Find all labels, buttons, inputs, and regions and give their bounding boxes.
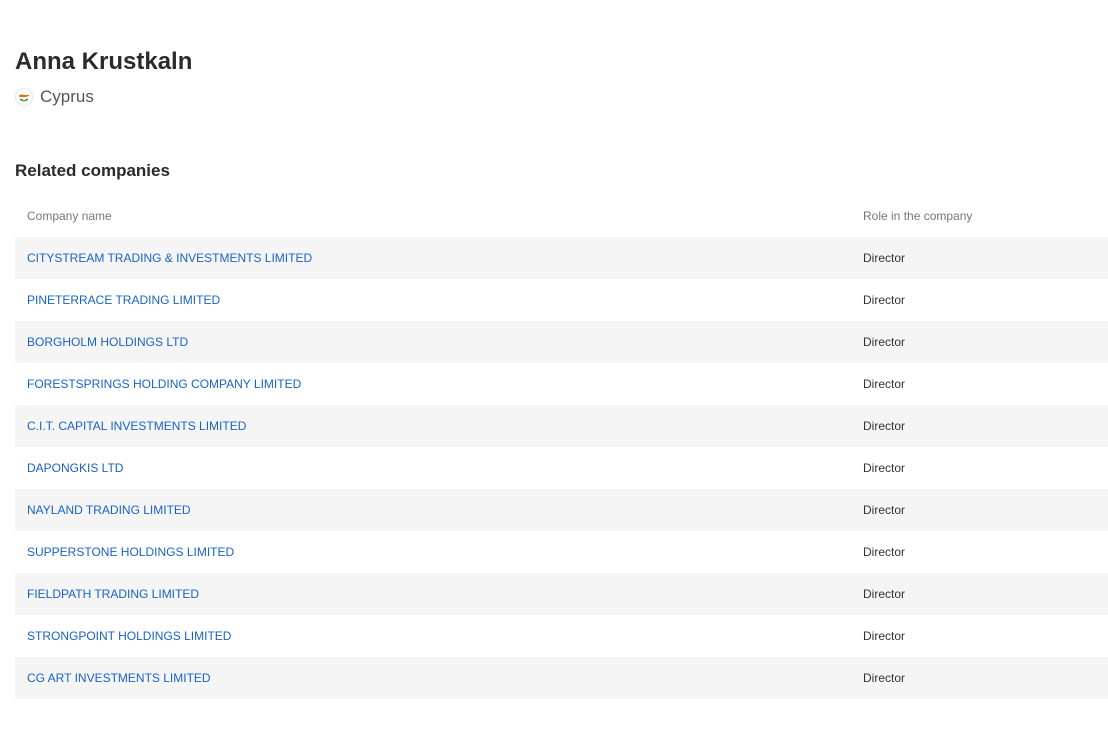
country-name: Cyprus xyxy=(40,87,94,106)
company-role: Director xyxy=(863,545,906,559)
company-name-cell: CITYSTREAM TRADING & INVESTMENTS LIMITED xyxy=(15,249,863,267)
column-header-company-name: Company name xyxy=(27,209,112,223)
company-link[interactable]: BORGHOLM HOLDINGS LTD xyxy=(27,335,188,349)
company-name-cell: DAPONGKIS LTD xyxy=(15,459,863,477)
company-link[interactable]: SUPPERSTONE HOLDINGS LIMITED xyxy=(27,545,234,559)
company-link[interactable]: FORESTSPRINGS HOLDING COMPANY LIMITED xyxy=(27,377,301,391)
company-name-cell: FORESTSPRINGS HOLDING COMPANY LIMITED xyxy=(15,375,863,393)
company-link[interactable]: NAYLAND TRADING LIMITED xyxy=(27,503,191,517)
table-row: CITYSTREAM TRADING & INVESTMENTS LIMITED… xyxy=(15,237,1108,279)
country-row: Cyprus xyxy=(15,86,94,108)
table-row: FIELDPATH TRADING LIMITED Director xyxy=(15,573,1108,615)
company-role: Director xyxy=(863,461,906,475)
company-link[interactable]: PINETERRACE TRADING LIMITED xyxy=(27,293,220,307)
column-header-role: Role in the company xyxy=(863,209,973,223)
related-companies-table: Company name Role in the company CITYSTR… xyxy=(15,195,1108,699)
related-companies-title: Related companies xyxy=(15,161,170,180)
table-row: C.I.T. CAPITAL INVESTMENTS LIMITED Direct… xyxy=(15,405,1108,447)
company-role: Director xyxy=(863,587,906,601)
company-role: Director xyxy=(863,671,906,685)
table-row: FORESTSPRINGS HOLDING COMPANY LIMITED Dir… xyxy=(15,363,1108,405)
table-row: NAYLAND TRADING LIMITED Director xyxy=(15,489,1108,531)
table-row: CG ART INVESTMENTS LIMITED Director xyxy=(15,657,1108,699)
company-role: Director xyxy=(863,293,906,307)
table-body: CITYSTREAM TRADING & INVESTMENTS LIMITED… xyxy=(15,237,1108,699)
table-header: Company name Role in the company xyxy=(15,195,1108,237)
table-row: STRONGPOINT HOLDINGS LIMITED Director xyxy=(15,615,1108,657)
company-name-cell: STRONGPOINT HOLDINGS LIMITED xyxy=(15,627,863,645)
company-role: Director xyxy=(863,419,906,433)
table-row: PINETERRACE TRADING LIMITED Director xyxy=(15,279,1108,321)
company-link[interactable]: C.I.T. CAPITAL INVESTMENTS LIMITED xyxy=(27,419,246,433)
company-role: Director xyxy=(863,377,906,391)
company-role: Director xyxy=(863,503,906,517)
company-name-cell: CG ART INVESTMENTS LIMITED xyxy=(15,669,863,687)
company-name-cell: BORGHOLM HOLDINGS LTD xyxy=(15,333,863,351)
company-role: Director xyxy=(863,251,906,265)
table-row: DAPONGKIS LTD Director xyxy=(15,447,1108,489)
company-role: Director xyxy=(863,629,906,643)
company-role: Director xyxy=(863,335,906,349)
company-link[interactable]: STRONGPOINT HOLDINGS LIMITED xyxy=(27,629,231,643)
table-row: BORGHOLM HOLDINGS LTD Director xyxy=(15,321,1108,363)
company-name-cell: SUPPERSTONE HOLDINGS LIMITED xyxy=(15,543,863,561)
person-name: Anna Krustkaln xyxy=(15,48,193,75)
company-name-cell: NAYLAND TRADING LIMITED xyxy=(15,501,863,519)
table-row: SUPPERSTONE HOLDINGS LIMITED Director xyxy=(15,531,1108,573)
company-name-cell: PINETERRACE TRADING LIMITED xyxy=(15,291,863,309)
company-link[interactable]: CG ART INVESTMENTS LIMITED xyxy=(27,671,211,685)
company-name-cell: C.I.T. CAPITAL INVESTMENTS LIMITED xyxy=(15,417,863,435)
company-link[interactable]: DAPONGKIS LTD xyxy=(27,461,123,475)
company-link[interactable]: CITYSTREAM TRADING & INVESTMENTS LIMITED xyxy=(27,251,312,265)
cyprus-flag-icon xyxy=(15,88,33,106)
company-name-cell: FIELDPATH TRADING LIMITED xyxy=(15,585,863,603)
company-link[interactable]: FIELDPATH TRADING LIMITED xyxy=(27,587,199,601)
